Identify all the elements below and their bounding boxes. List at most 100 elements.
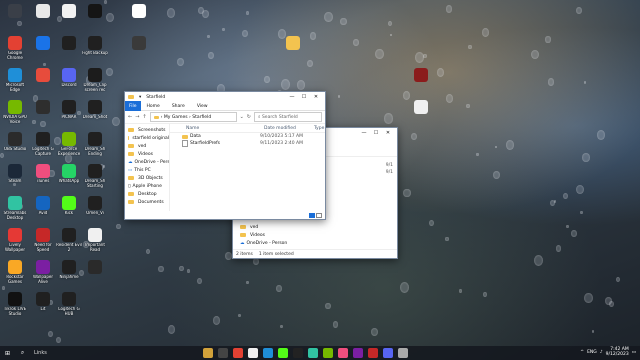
desktop-icon[interactable] (30, 4, 56, 28)
desktop-icon[interactable]: Dream_Sh Ending (82, 132, 108, 156)
tiles-view-icon[interactable] (316, 213, 322, 218)
breadcrumb-item[interactable]: My Games (164, 115, 188, 120)
desktop-icon[interactable]: Omen_Vi (82, 196, 108, 220)
desktop-icon[interactable]: TikTok LIVE Studio (2, 292, 28, 316)
taskbar-app-icon[interactable] (278, 348, 289, 358)
desktop-icon[interactable] (126, 4, 152, 28)
desktop-icon[interactable]: Lit (30, 292, 56, 316)
taskbar-app-icon[interactable] (263, 348, 274, 358)
tab-home[interactable]: Home (141, 104, 166, 109)
minimize-icon[interactable]: — (286, 94, 298, 100)
nav-item[interactable]: Desktop (125, 190, 169, 198)
taskbar-app-icon[interactable] (293, 348, 304, 358)
nav-item[interactable]: Screenshots (125, 126, 169, 134)
desktop-icon[interactable] (82, 260, 108, 284)
quick-access-icon[interactable]: ▾ (139, 95, 141, 100)
desktop-icon[interactable] (2, 4, 28, 28)
taskbar-app-icon[interactable] (383, 348, 394, 358)
lang-indicator[interactable]: ENG (587, 350, 597, 355)
desktop-icon[interactable]: Ninjahme (56, 260, 82, 284)
address-bar[interactable]: › My Games › Starfield (149, 112, 237, 122)
desktop-icon[interactable]: Microsoft Edge (2, 68, 28, 92)
desktop-icon[interactable]: iTunes (30, 164, 56, 188)
nav-item[interactable]: ved (237, 223, 287, 231)
maximize-icon[interactable]: ☐ (370, 130, 382, 136)
breadcrumb-item[interactable]: Starfield (192, 115, 211, 120)
desktop-icon[interactable]: PICNAR (56, 100, 82, 124)
desktop-icon[interactable] (56, 4, 82, 28)
desktop-icon[interactable]: WhatsApp (56, 164, 82, 188)
taskbar-app-icon[interactable] (218, 348, 229, 358)
desktop-icon[interactable] (30, 36, 56, 60)
column-date[interactable]: Date modified (264, 126, 314, 131)
nav-item[interactable]: starfield original (125, 134, 169, 142)
nav-item[interactable]: Videos (125, 150, 169, 158)
desktop-icon[interactable] (82, 4, 108, 28)
forward-arrow-icon[interactable]: → (135, 114, 139, 120)
refresh-icon[interactable]: ↻ (247, 114, 251, 120)
desktop-icon[interactable]: Dream_Clip screen rec (82, 68, 108, 92)
nav-item[interactable]: ☁OneDrive - Person (125, 158, 169, 166)
desktop-icon[interactable]: Rockstar Games (2, 260, 28, 284)
desktop-icon[interactable] (30, 100, 56, 124)
taskbar-search-label[interactable]: Links (34, 350, 47, 356)
nav-item[interactable]: ☁OneDrive - Person (237, 239, 287, 247)
taskbar-app-icon[interactable] (398, 348, 409, 358)
desktop-icon[interactable] (126, 36, 152, 60)
nav-item[interactable]: Documents (125, 198, 169, 206)
minimize-icon[interactable]: — (358, 130, 370, 136)
chevron-up-icon[interactable]: ^ (580, 350, 584, 355)
desktop-icon[interactable] (56, 36, 82, 60)
desktop-icon[interactable]: NVIDIA GPU Voice (2, 100, 28, 124)
desktop-icon[interactable]: Dream_Sh Starting (82, 164, 108, 188)
desktop-icon[interactable]: Wallpaper Alive (30, 260, 56, 284)
maximize-icon[interactable]: ☐ (298, 94, 310, 100)
desktop-icon[interactable]: Google Chrome (2, 36, 28, 60)
desktop-icon[interactable]: Discord (56, 68, 82, 92)
desktop-icon[interactable]: Steam (2, 164, 28, 188)
chevron-down-icon[interactable]: ⌄ (240, 114, 244, 120)
file-row[interactable]: StarfieldPrefs 9/11/2023 2:40 AM (170, 140, 325, 147)
nav-item[interactable]: 3D Objects (125, 174, 169, 182)
desktop-icon[interactable]: GeForce Experience (56, 132, 82, 156)
nav-item[interactable]: Videos (237, 231, 287, 239)
nav-item[interactable]: ▭ This PC (125, 166, 169, 174)
desktop-icon[interactable]: Fight Backup (82, 36, 108, 60)
desktop-icon[interactable]: OBS Studio (2, 132, 28, 156)
desktop-icon[interactable] (280, 36, 306, 60)
desktop-icon[interactable]: Need for Speed (30, 228, 56, 252)
close-icon[interactable]: ✕ (382, 130, 394, 136)
start-icon[interactable]: ⊞ (3, 348, 13, 358)
desktop-icon[interactable] (30, 68, 56, 92)
taskbar-app-icon[interactable] (323, 348, 334, 358)
title-bar[interactable]: ▾ Starfield — ☐ ✕ (125, 92, 325, 102)
desktop-icon[interactable] (408, 100, 434, 124)
desktop-icon[interactable]: Streamlabs Desktop (2, 196, 28, 220)
desktop-icon[interactable]: Kick (56, 196, 82, 220)
up-arrow-icon[interactable]: ↑ (142, 114, 146, 120)
column-name[interactable]: Name (170, 126, 264, 131)
search-input[interactable]: ⌕ Search Starfield (254, 112, 322, 122)
notification-icon[interactable]: ▭ (632, 350, 636, 355)
desktop-icon[interactable]: Resident Evil 2 (56, 228, 82, 252)
search-icon[interactable]: ⌕ (18, 348, 28, 358)
taskbar-app-icon[interactable] (248, 348, 259, 358)
nav-item[interactable]: ved (125, 142, 169, 150)
taskbar-app-icon[interactable] (233, 348, 244, 358)
volume-icon[interactable]: ♪ (600, 350, 603, 355)
explorer-window-front[interactable]: ▾ Starfield — ☐ ✕ File Home Share View ←… (124, 91, 326, 220)
nav-item[interactable]: ▯ Apple iPhone (125, 182, 169, 190)
tab-file[interactable]: File (125, 101, 141, 111)
clock[interactable]: 7:42 AM 9/12/2023 (606, 347, 629, 357)
desktop-icon[interactable]: Lively Wallpaper (2, 228, 28, 252)
taskbar-app-icon[interactable] (308, 348, 319, 358)
close-icon[interactable]: ✕ (310, 94, 322, 100)
tab-share[interactable]: Share (166, 104, 191, 109)
desktop-icon[interactable]: Avid (30, 196, 56, 220)
taskbar-app-icon[interactable] (353, 348, 364, 358)
taskbar-app-icon[interactable] (203, 348, 214, 358)
desktop-icon[interactable]: Logitech G HUB (56, 292, 82, 316)
desktop-icon[interactable] (408, 68, 434, 92)
details-view-icon[interactable] (309, 213, 315, 218)
desktop-icon[interactable]: Logitech G Capture (30, 132, 56, 156)
